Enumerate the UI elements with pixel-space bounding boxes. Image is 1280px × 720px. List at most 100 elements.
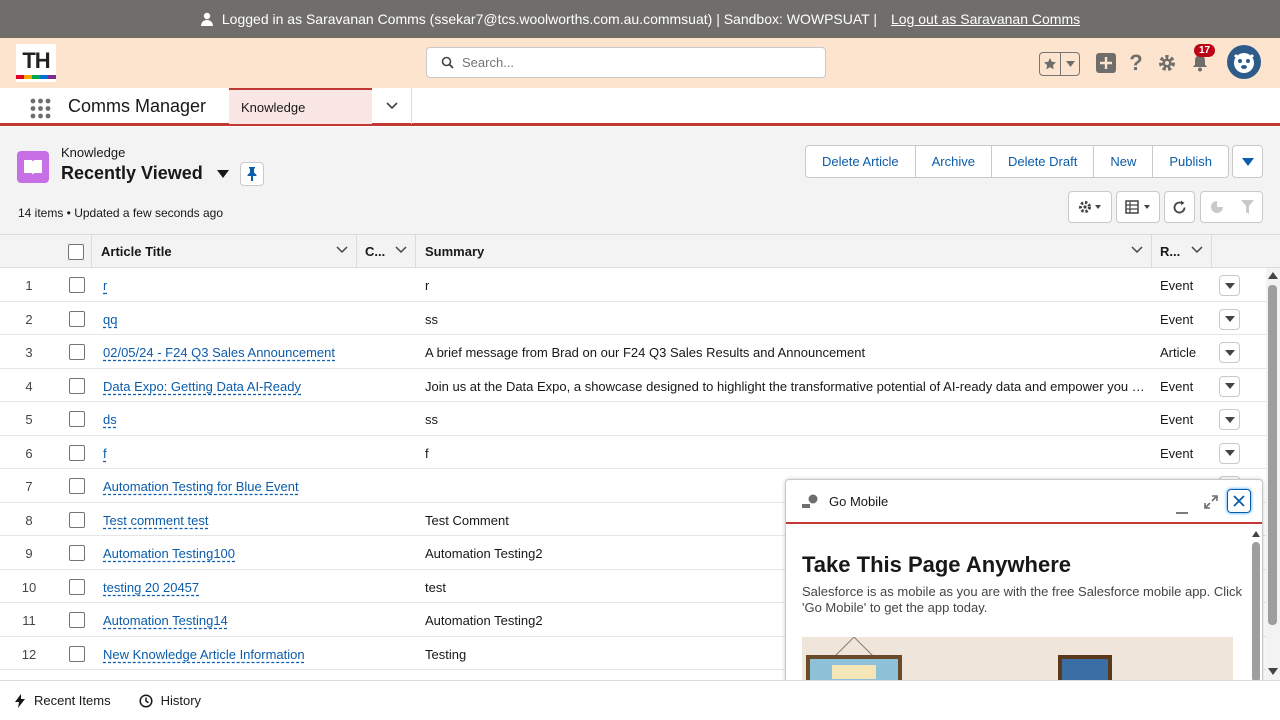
row-number: 11 [22, 613, 36, 628]
article-summary: Automation Testing2 [425, 546, 543, 561]
expand-icon[interactable] [1204, 495, 1218, 509]
row-checkbox[interactable] [69, 310, 85, 327]
row-checkbox[interactable] [69, 411, 85, 427]
chevron-down-icon[interactable] [336, 246, 348, 254]
column-summary-label: Summary [425, 244, 485, 259]
go-mobile-heading: Take This Page Anywhere [802, 552, 1071, 577]
article-summary: r [425, 278, 430, 293]
avatar-icon [1233, 53, 1255, 73]
row-checkbox[interactable] [69, 545, 85, 561]
list-view-selector[interactable]: Recently Viewed [61, 163, 229, 184]
row-checkbox[interactable] [69, 277, 85, 293]
favorites-button[interactable] [1039, 52, 1080, 76]
article-title-link[interactable]: ds [103, 412, 117, 427]
column-header-r[interactable]: R... [1152, 235, 1212, 268]
archive-button[interactable]: Archive [916, 146, 992, 177]
clock-icon [139, 693, 153, 708]
close-panel-button[interactable] [1227, 489, 1251, 513]
row-number: 4 [25, 378, 33, 394]
chevron-down-icon[interactable] [1191, 246, 1203, 254]
minimize-icon[interactable] [1175, 501, 1189, 515]
article-title-link[interactable]: Automation Testing for Blue Event [103, 479, 299, 494]
user-avatar[interactable] [1227, 45, 1261, 79]
row-checkbox[interactable] [69, 344, 85, 360]
column-header-c[interactable]: C... [357, 235, 416, 268]
panel-scrollbar[interactable] [1249, 528, 1262, 683]
more-actions-button[interactable] [1232, 145, 1263, 178]
article-title-link[interactable]: qq [103, 312, 117, 327]
article-title-link[interactable]: f [103, 446, 107, 461]
nav-more-button[interactable] [372, 88, 412, 124]
row-actions-button[interactable] [1219, 275, 1240, 296]
article-title-link[interactable]: 02/05/24 - F24 Q3 Sales Announcement [103, 345, 335, 360]
row-checkbox[interactable] [69, 444, 85, 461]
row-checkbox[interactable] [69, 377, 85, 394]
column-r-label: R... [1160, 244, 1181, 259]
favorites-chevron-icon[interactable] [1061, 53, 1079, 75]
sandbox-bar: Logged in as Saravanan Comms (ssekar7@tc… [0, 0, 1280, 38]
scroll-up-icon[interactable] [1268, 272, 1278, 279]
row-actions-button[interactable] [1219, 375, 1240, 397]
panel-scrollbar-thumb[interactable] [1252, 542, 1260, 682]
row-actions-button[interactable] [1219, 442, 1240, 464]
article-summary: test [425, 579, 446, 595]
column-header-summary[interactable]: Summary [416, 235, 1152, 268]
row-checkbox[interactable] [69, 578, 85, 595]
star-icon[interactable] [1040, 53, 1062, 75]
app-launcher-icon [30, 98, 51, 119]
chevron-down-icon[interactable] [1131, 246, 1143, 254]
table-scrollbar[interactable] [1266, 268, 1280, 680]
pin-list-view-button[interactable] [240, 162, 264, 186]
article-title-link[interactable]: Automation Testing14 [103, 613, 228, 628]
article-title-link[interactable]: Test comment test [103, 513, 208, 528]
article-title-link[interactable]: testing 20 20457 [103, 580, 199, 595]
chart-icon[interactable] [1210, 200, 1224, 214]
scroll-down-icon[interactable] [1268, 668, 1278, 675]
setup-button[interactable] [1156, 52, 1178, 74]
article-summary: Automation Testing2 [425, 613, 543, 628]
record-type: Event [1160, 311, 1194, 327]
refresh-icon [1173, 200, 1186, 213]
list-settings-button[interactable] [1068, 191, 1112, 223]
org-logo[interactable]: TH [16, 44, 56, 82]
select-all-checkbox[interactable] [67, 243, 84, 260]
publish-button[interactable]: Publish [1153, 146, 1228, 177]
article-title-link[interactable]: Automation Testing100 [103, 546, 235, 561]
article-title-link[interactable]: New Knowledge Article Information [103, 647, 305, 662]
help-icon: ? [1129, 50, 1143, 75]
row-checkbox[interactable] [69, 511, 85, 528]
mobile-icon [802, 494, 818, 508]
help-button[interactable]: ? [1125, 50, 1147, 75]
chevron-down-icon[interactable] [395, 246, 407, 254]
row-checkbox[interactable] [69, 645, 85, 662]
row-actions-button[interactable] [1219, 342, 1240, 363]
row-checkbox[interactable] [69, 478, 85, 494]
row-actions-button[interactable] [1219, 308, 1240, 330]
knowledge-object-icon [17, 151, 49, 183]
article-summary: f [425, 445, 429, 461]
tab-knowledge[interactable]: Knowledge [229, 88, 372, 124]
row-actions-button[interactable] [1219, 409, 1240, 430]
app-launcher-button[interactable] [30, 98, 51, 122]
recent-items-button[interactable]: Recent Items [14, 693, 111, 708]
display-as-button[interactable] [1116, 191, 1160, 223]
global-search[interactable]: Search... [426, 47, 826, 78]
article-title-link[interactable]: r [103, 278, 107, 293]
scroll-up-icon[interactable] [1252, 531, 1260, 537]
column-header-title[interactable]: Article Title [92, 235, 357, 268]
article-title-link[interactable]: Data Expo: Getting Data AI-Ready [103, 379, 301, 394]
refresh-button[interactable] [1164, 191, 1195, 223]
delete-draft-button[interactable]: Delete Draft [992, 146, 1095, 177]
chevron-down-icon [1224, 450, 1235, 456]
new-button[interactable]: New [1094, 146, 1154, 177]
row-checkbox[interactable] [69, 612, 85, 628]
delete-article-button[interactable]: Delete Article [806, 146, 916, 177]
logout-link[interactable]: Log out as Saravanan Comms [891, 11, 1080, 27]
global-actions-button[interactable] [1095, 52, 1117, 74]
article-summary: Join us at the Data Expo, a showcase des… [425, 378, 1145, 394]
row-number: 6 [25, 445, 33, 461]
scrollbar-thumb[interactable] [1268, 285, 1277, 625]
go-mobile-panel: Go Mobile Take This Page Anywhere Salesf… [785, 479, 1263, 684]
history-button[interactable]: History [139, 693, 201, 708]
filter-icon[interactable] [1240, 200, 1254, 214]
